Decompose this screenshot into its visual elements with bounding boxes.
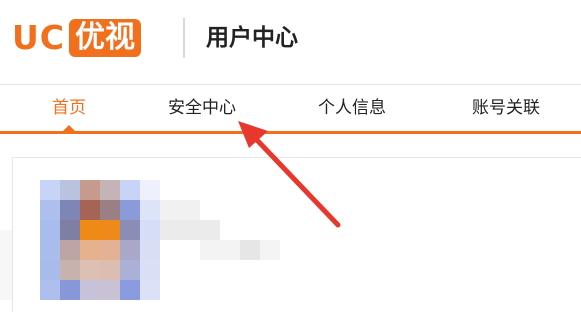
page-title: 用户中心 — [206, 25, 298, 51]
tab-security-center[interactable]: 安全中心 — [168, 85, 236, 131]
avatar[interactable] — [40, 180, 160, 300]
user-name-mosaic-2 — [160, 220, 220, 240]
logo-uc-text: UC — [12, 18, 66, 57]
tab-account-linking[interactable]: 账号关联 — [472, 85, 540, 131]
tab-personal-info[interactable]: 个人信息 — [318, 85, 386, 131]
header-divider — [183, 18, 185, 58]
user-name-mosaic-6 — [0, 230, 12, 300]
header-bar: UC 优视 用户中心 — [0, 0, 581, 85]
user-name-mosaic-4 — [240, 240, 260, 260]
user-name-mosaic-1 — [160, 200, 200, 220]
user-name-mosaic-5 — [260, 240, 280, 260]
nav-tabs: 首页 安全中心 个人信息 账号关联 — [0, 85, 581, 134]
user-center-page: UC 优视 用户中心 首页 安全中心 个人信息 账号关联 — [0, 0, 581, 312]
user-name-mosaic-3 — [200, 240, 240, 260]
logo-youshi-text: 优视 — [69, 19, 142, 57]
active-tab-indicator — [63, 125, 75, 131]
uc-youshi-logo[interactable]: UC 优视 — [12, 18, 142, 57]
